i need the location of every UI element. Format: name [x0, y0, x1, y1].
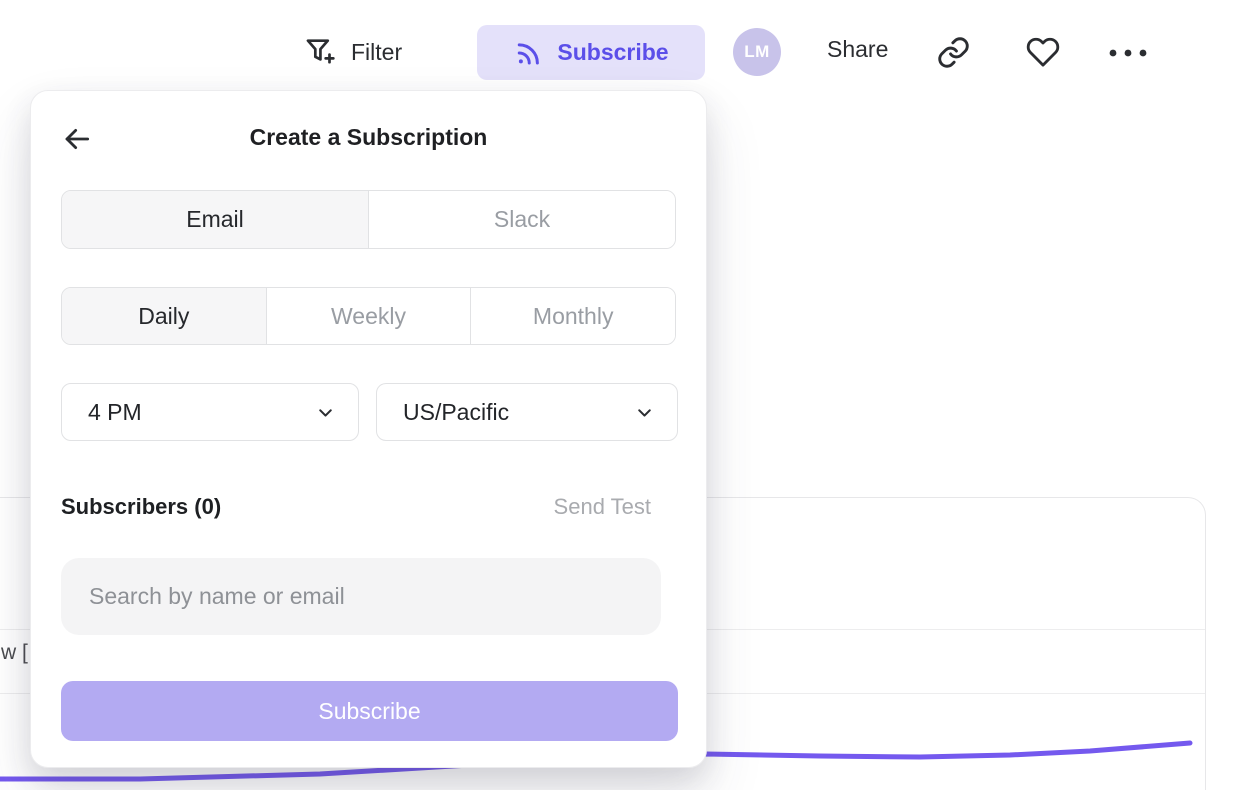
user-avatar[interactable]: LM — [733, 28, 781, 76]
time-select[interactable]: 4 PM — [61, 383, 359, 441]
subscriber-search-box — [61, 558, 661, 635]
send-test-link[interactable]: Send Test — [554, 494, 651, 520]
subscribers-count-label: Subscribers (0) — [61, 494, 221, 520]
popover-title: Create a Subscription — [250, 124, 488, 150]
time-select-value: 4 PM — [88, 399, 142, 426]
channel-tabs: Email Slack — [61, 190, 676, 249]
share-label: Share — [827, 36, 888, 63]
subscribe-button[interactable]: Subscribe — [477, 25, 705, 80]
clipped-background-text: w [ — [1, 641, 28, 665]
subscribe-label: Subscribe — [557, 39, 668, 66]
tab-email[interactable]: Email — [62, 191, 368, 248]
popover-header: Create a Subscription — [31, 124, 706, 151]
chevron-down-icon — [315, 402, 336, 423]
subscriber-search-input[interactable] — [89, 583, 633, 610]
avatar-initials: LM — [744, 42, 770, 62]
favorite-button[interactable] — [1026, 35, 1060, 69]
heart-icon — [1026, 35, 1060, 69]
frequency-tabs: Daily Weekly Monthly — [61, 287, 676, 345]
timezone-select[interactable]: US/Pacific — [376, 383, 678, 441]
share-button[interactable]: Share — [827, 36, 888, 63]
more-options-button[interactable] — [1106, 40, 1150, 64]
rss-icon — [513, 38, 543, 68]
timezone-select-value: US/Pacific — [403, 399, 509, 426]
subscribe-submit-button[interactable]: Subscribe — [61, 681, 678, 741]
more-icon — [1106, 40, 1150, 64]
filter-label: Filter — [351, 39, 402, 66]
filter-button[interactable]: Filter — [303, 30, 402, 74]
page: w [ Filter Subscribe LM Share — [0, 0, 1234, 790]
link-icon — [936, 35, 971, 70]
create-subscription-popover: Create a Subscription Email Slack Daily … — [30, 90, 707, 768]
chevron-down-icon — [634, 402, 655, 423]
tab-weekly[interactable]: Weekly — [266, 288, 471, 344]
filter-plus-icon — [303, 35, 337, 69]
toolbar: Filter Subscribe LM Share — [0, 0, 1234, 104]
subscribers-row: Subscribers (0) Send Test — [61, 494, 651, 520]
tab-monthly[interactable]: Monthly — [470, 288, 675, 344]
tab-daily[interactable]: Daily — [62, 288, 266, 344]
copy-link-button[interactable] — [936, 35, 971, 70]
tab-slack[interactable]: Slack — [368, 191, 675, 248]
